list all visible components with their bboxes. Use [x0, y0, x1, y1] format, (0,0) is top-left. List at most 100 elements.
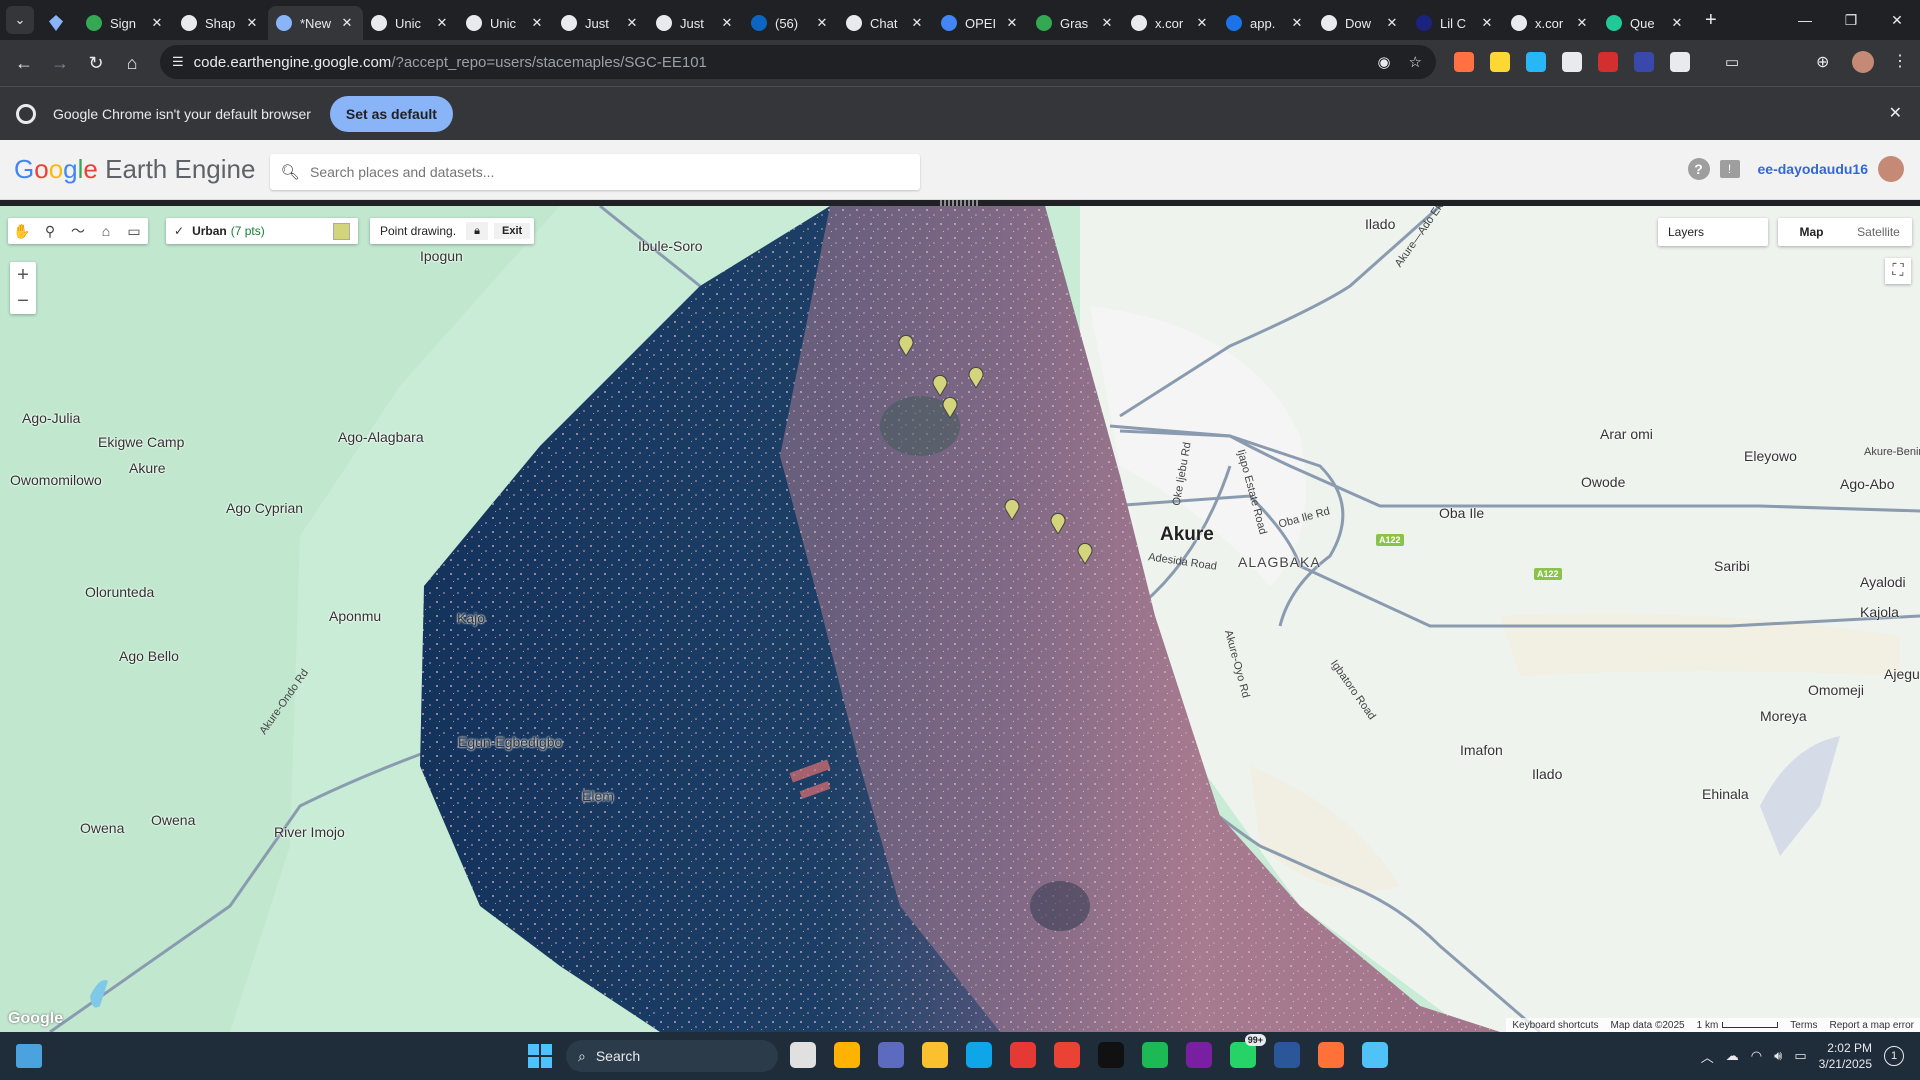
- taskbar-app-icon[interactable]: [834, 1042, 860, 1068]
- start-button[interactable]: [528, 1044, 552, 1068]
- notification-badge[interactable]: 1: [1884, 1046, 1904, 1066]
- widgets-icon[interactable]: [16, 1044, 42, 1068]
- downloads-icon[interactable]: ⊕: [1816, 52, 1829, 72]
- scale-bar[interactable]: 1 km: [1697, 1020, 1779, 1031]
- tab-close-icon[interactable]: ✕: [529, 15, 545, 31]
- forward-button[interactable]: →: [42, 45, 78, 81]
- tab-search-button[interactable]: ⌄: [6, 6, 34, 34]
- home-button[interactable]: ⌂: [114, 45, 150, 81]
- restore-button[interactable]: ❐: [1828, 0, 1874, 40]
- extension-icon[interactable]: [1454, 52, 1474, 72]
- layer-color-swatch[interactable]: [333, 223, 350, 240]
- keyboard-shortcuts-link[interactable]: Keyboard shortcuts: [1512, 1020, 1598, 1031]
- point-marker[interactable]: [932, 374, 948, 396]
- cloud-icon[interactable]: ☁: [1726, 1048, 1739, 1064]
- point-marker[interactable]: [1050, 512, 1066, 534]
- extension-icon[interactable]: [1562, 52, 1582, 72]
- taskbar-app-icon[interactable]: [1362, 1042, 1388, 1068]
- feedback-icon[interactable]: !: [1719, 160, 1740, 178]
- taskbar-app-icon[interactable]: [1098, 1042, 1124, 1068]
- extension-icon[interactable]: [1598, 52, 1618, 72]
- wifi-icon[interactable]: ◠: [1751, 1048, 1762, 1064]
- tab-close-icon[interactable]: ✕: [1669, 15, 1685, 31]
- draw-shape-icon[interactable]: ⌂: [92, 218, 120, 244]
- gee-logo[interactable]: Google Earth Engine: [14, 154, 255, 185]
- point-marker[interactable]: [942, 396, 958, 418]
- search-input[interactable]: [310, 164, 890, 180]
- browser-tab[interactable]: Gras ✕: [1028, 6, 1123, 40]
- browser-tab[interactable]: Dow ✕: [1313, 6, 1408, 40]
- taskbar-app-icon[interactable]: [1142, 1042, 1168, 1068]
- tab-close-icon[interactable]: ✕: [339, 15, 355, 31]
- terms-link[interactable]: Terms: [1790, 1020, 1817, 1031]
- user-project-name[interactable]: ee-dayodaudu16: [1758, 161, 1868, 177]
- tab-close-icon[interactable]: ✕: [1384, 15, 1400, 31]
- tab-close-icon[interactable]: ✕: [149, 15, 165, 31]
- browser-tab[interactable]: x.cor ✕: [1123, 6, 1218, 40]
- point-marker[interactable]: [1004, 498, 1020, 520]
- tab-close-icon[interactable]: ✕: [244, 15, 260, 31]
- lock-icon[interactable]: 🔒︎: [466, 222, 489, 240]
- browser-tab[interactable]: Just ✕: [648, 6, 743, 40]
- browser-tab[interactable]: Que ✕: [1598, 6, 1693, 40]
- taskbar-app-icon[interactable]: [878, 1042, 904, 1068]
- draw-rectangle-icon[interactable]: ▭: [120, 218, 148, 244]
- browser-tab[interactable]: Chat ✕: [838, 6, 933, 40]
- map-type-satellite[interactable]: Satellite: [1845, 218, 1912, 246]
- pan-hand-icon[interactable]: ✋: [8, 218, 36, 244]
- extension-icon[interactable]: [1490, 52, 1510, 72]
- extension-icon[interactable]: [1526, 52, 1546, 72]
- set-default-button[interactable]: Set as default: [329, 95, 453, 132]
- gee-search-box[interactable]: 🔍︎: [270, 154, 920, 190]
- browser-tab[interactable]: Just ✕: [553, 6, 648, 40]
- browser-tab[interactable]: Sign ✕: [78, 6, 173, 40]
- battery-icon[interactable]: ▭: [1794, 1048, 1806, 1064]
- taskbar-app-icon[interactable]: [966, 1042, 992, 1068]
- browser-tab[interactable]: *New ✕: [268, 6, 363, 40]
- browser-tab[interactable]: Shap ✕: [173, 6, 268, 40]
- taskbar-app-icon[interactable]: [1010, 1042, 1036, 1068]
- exit-drawing-button[interactable]: Exit: [494, 223, 531, 239]
- taskbar-app-icon[interactable]: [1054, 1042, 1080, 1068]
- eye-icon[interactable]: ◉: [1377, 53, 1390, 71]
- chrome-menu-icon[interactable]: ⋮: [1892, 51, 1908, 71]
- minimize-button[interactable]: —: [1782, 0, 1828, 40]
- taskbar-app-icon[interactable]: [790, 1042, 816, 1068]
- layers-button[interactable]: Layers: [1658, 218, 1768, 246]
- taskbar-app-icon[interactable]: [1186, 1042, 1212, 1068]
- close-window-button[interactable]: ✕: [1874, 0, 1920, 40]
- tab-close-icon[interactable]: ✕: [1194, 15, 1210, 31]
- address-bar[interactable]: ☰ code.earthengine.google.com/?accept_re…: [160, 45, 1436, 79]
- tab-close-icon[interactable]: ✕: [1289, 15, 1305, 31]
- report-error-link[interactable]: Report a map error: [1830, 1020, 1914, 1031]
- browser-tab[interactable]: OPEI ✕: [933, 6, 1028, 40]
- back-button[interactable]: ←: [6, 45, 42, 81]
- volume-icon[interactable]: 🔊︎: [1774, 1048, 1782, 1064]
- browser-tab[interactable]: Unic ✕: [458, 6, 553, 40]
- point-marker[interactable]: [968, 366, 984, 388]
- taskbar-app-icon[interactable]: [1318, 1042, 1344, 1068]
- tab-close-icon[interactable]: ✕: [434, 15, 450, 31]
- map-canvas[interactable]: A122 A122 Ipogun Ibule-Soro Ilado Ago-Ju…: [0, 206, 1920, 1032]
- browser-tab[interactable]: app. ✕: [1218, 6, 1313, 40]
- extension-icon[interactable]: [1670, 52, 1690, 72]
- browser-tab[interactable]: x.cor ✕: [1503, 6, 1598, 40]
- user-avatar[interactable]: [1878, 156, 1904, 182]
- new-tab-button[interactable]: +: [1705, 9, 1717, 32]
- tray-overflow-icon[interactable]: ︿: [1701, 1047, 1714, 1066]
- tab-close-icon[interactable]: ✕: [1574, 15, 1590, 31]
- pinned-tab[interactable]: [34, 6, 78, 40]
- browser-tab[interactable]: Lil C ✕: [1408, 6, 1503, 40]
- browser-tab[interactable]: (56) ✕: [743, 6, 838, 40]
- tab-close-icon[interactable]: ✕: [909, 15, 925, 31]
- fullscreen-icon[interactable]: ⛶: [1885, 258, 1911, 284]
- draw-line-icon[interactable]: 〜: [64, 218, 92, 244]
- tab-close-icon[interactable]: ✕: [719, 15, 735, 31]
- taskbar-search[interactable]: ⌕ Search: [566, 1040, 778, 1072]
- browser-tab[interactable]: Unic ✕: [363, 6, 458, 40]
- help-icon[interactable]: ?: [1687, 158, 1710, 180]
- zoom-in-button[interactable]: +: [10, 262, 36, 288]
- point-marker[interactable]: [898, 334, 914, 356]
- taskbar-app-icon[interactable]: [922, 1042, 948, 1068]
- zoom-out-button[interactable]: −: [10, 288, 36, 314]
